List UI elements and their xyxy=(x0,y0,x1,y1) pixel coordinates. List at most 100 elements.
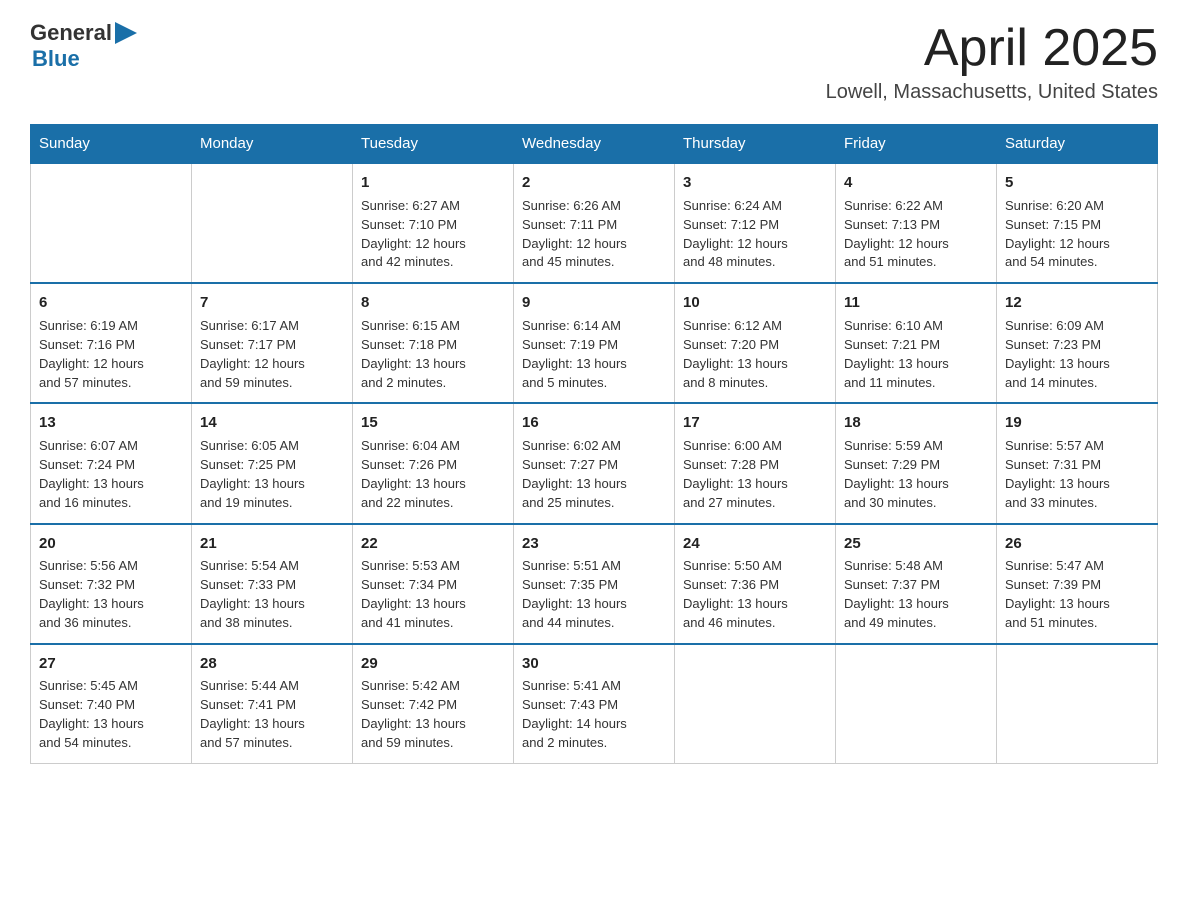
month-title: April 2025 xyxy=(826,20,1158,77)
day-info: Sunrise: 6:15 AM Sunset: 7:18 PM Dayligh… xyxy=(361,317,505,392)
day-info: Sunrise: 6:04 AM Sunset: 7:26 PM Dayligh… xyxy=(361,437,505,512)
calendar-cell: 4 Sunrise: 6:22 AM Sunset: 7:13 PM Daylig… xyxy=(836,163,997,283)
calendar-header-wednesday: Wednesday xyxy=(514,125,675,164)
day-info: Sunrise: 5:45 AM Sunset: 7:40 PM Dayligh… xyxy=(39,677,183,752)
day-number: 9 xyxy=(522,292,666,314)
day-info: Sunrise: 5:57 AM Sunset: 7:31 PM Dayligh… xyxy=(1005,437,1149,512)
day-number: 27 xyxy=(39,653,183,675)
day-number: 26 xyxy=(1005,533,1149,555)
calendar-header-friday: Friday xyxy=(836,125,997,164)
calendar-cell: 11 Sunrise: 6:10 AM Sunset: 7:21 PM Dayli… xyxy=(836,283,997,403)
day-number: 5 xyxy=(1005,172,1149,194)
day-info: Sunrise: 6:09 AM Sunset: 7:23 PM Dayligh… xyxy=(1005,317,1149,392)
calendar-cell: 6Sunrise: 6:19 AM Sunset: 7:16 PM Daylig… xyxy=(31,283,192,403)
calendar-cell: 3 Sunrise: 6:24 AM Sunset: 7:12 PM Daylig… xyxy=(675,163,836,283)
day-number: 4 xyxy=(844,172,988,194)
day-info: Sunrise: 6:10 AM Sunset: 7:21 PM Dayligh… xyxy=(844,317,988,392)
day-info: Sunrise: 6:22 AM Sunset: 7:13 PM Dayligh… xyxy=(844,197,988,272)
day-number: 8 xyxy=(361,292,505,314)
day-info: Sunrise: 5:48 AM Sunset: 7:37 PM Dayligh… xyxy=(844,557,988,632)
calendar-header-tuesday: Tuesday xyxy=(353,125,514,164)
calendar-cell: 20Sunrise: 5:56 AM Sunset: 7:32 PM Dayli… xyxy=(31,524,192,644)
day-info: Sunrise: 6:20 AM Sunset: 7:15 PM Dayligh… xyxy=(1005,197,1149,272)
calendar-cell: 8 Sunrise: 6:15 AM Sunset: 7:18 PM Daylig… xyxy=(353,283,514,403)
day-info: Sunrise: 6:00 AM Sunset: 7:28 PM Dayligh… xyxy=(683,437,827,512)
day-info: Sunrise: 5:50 AM Sunset: 7:36 PM Dayligh… xyxy=(683,557,827,632)
calendar-week-row: 6Sunrise: 6:19 AM Sunset: 7:16 PM Daylig… xyxy=(31,283,1158,403)
calendar-cell xyxy=(31,163,192,283)
day-info: Sunrise: 5:54 AM Sunset: 7:33 PM Dayligh… xyxy=(200,557,344,632)
day-info: Sunrise: 5:44 AM Sunset: 7:41 PM Dayligh… xyxy=(200,677,344,752)
day-info: Sunrise: 6:24 AM Sunset: 7:12 PM Dayligh… xyxy=(683,197,827,272)
day-number: 20 xyxy=(39,533,183,555)
calendar-cell: 19 Sunrise: 5:57 AM Sunset: 7:31 PM Dayli… xyxy=(997,403,1158,523)
day-number: 17 xyxy=(683,412,827,434)
day-number: 30 xyxy=(522,653,666,675)
day-number: 19 xyxy=(1005,412,1149,434)
calendar-table: SundayMondayTuesdayWednesdayThursdayFrid… xyxy=(30,124,1158,764)
calendar-header-monday: Monday xyxy=(192,125,353,164)
calendar-cell: 13 Sunrise: 6:07 AM Sunset: 7:24 PM Dayli… xyxy=(31,403,192,523)
calendar-cell xyxy=(192,163,353,283)
logo-text-general: General xyxy=(30,20,112,46)
day-number: 12 xyxy=(1005,292,1149,314)
calendar-cell: 22Sunrise: 5:53 AM Sunset: 7:34 PM Dayli… xyxy=(353,524,514,644)
day-number: 2 xyxy=(522,172,666,194)
day-info: Sunrise: 5:47 AM Sunset: 7:39 PM Dayligh… xyxy=(1005,557,1149,632)
day-number: 13 xyxy=(39,412,183,434)
calendar-header-row: SundayMondayTuesdayWednesdayThursdayFrid… xyxy=(31,125,1158,164)
calendar-cell: 10Sunrise: 6:12 AM Sunset: 7:20 PM Dayli… xyxy=(675,283,836,403)
day-number: 7 xyxy=(200,292,344,314)
day-info: Sunrise: 6:07 AM Sunset: 7:24 PM Dayligh… xyxy=(39,437,183,512)
logo-text-blue: Blue xyxy=(32,46,80,72)
day-number: 18 xyxy=(844,412,988,434)
day-number: 3 xyxy=(683,172,827,194)
calendar-cell: 27Sunrise: 5:45 AM Sunset: 7:40 PM Dayli… xyxy=(31,644,192,764)
calendar-header-saturday: Saturday xyxy=(997,125,1158,164)
calendar-cell: 24Sunrise: 5:50 AM Sunset: 7:36 PM Dayli… xyxy=(675,524,836,644)
calendar-cell: 28Sunrise: 5:44 AM Sunset: 7:41 PM Dayli… xyxy=(192,644,353,764)
day-info: Sunrise: 6:17 AM Sunset: 7:17 PM Dayligh… xyxy=(200,317,344,392)
day-info: Sunrise: 6:14 AM Sunset: 7:19 PM Dayligh… xyxy=(522,317,666,392)
day-number: 28 xyxy=(200,653,344,675)
calendar-cell xyxy=(997,644,1158,764)
day-number: 24 xyxy=(683,533,827,555)
calendar-cell: 15 Sunrise: 6:04 AM Sunset: 7:26 PM Dayli… xyxy=(353,403,514,523)
day-number: 23 xyxy=(522,533,666,555)
calendar-week-row: 27Sunrise: 5:45 AM Sunset: 7:40 PM Dayli… xyxy=(31,644,1158,764)
day-number: 15 xyxy=(361,412,505,434)
calendar-header-sunday: Sunday xyxy=(31,125,192,164)
logo-arrow-icon xyxy=(115,22,137,44)
page-header: General Blue April 2025 Lowell, Massachu… xyxy=(30,20,1158,104)
calendar-cell: 23Sunrise: 5:51 AM Sunset: 7:35 PM Dayli… xyxy=(514,524,675,644)
calendar-cell: 12 Sunrise: 6:09 AM Sunset: 7:23 PM Dayli… xyxy=(997,283,1158,403)
day-number: 25 xyxy=(844,533,988,555)
title-block: April 2025 Lowell, Massachusetts, United… xyxy=(826,20,1158,104)
day-info: Sunrise: 5:53 AM Sunset: 7:34 PM Dayligh… xyxy=(361,557,505,632)
day-number: 14 xyxy=(200,412,344,434)
calendar-cell: 26Sunrise: 5:47 AM Sunset: 7:39 PM Dayli… xyxy=(997,524,1158,644)
calendar-week-row: 13 Sunrise: 6:07 AM Sunset: 7:24 PM Dayli… xyxy=(31,403,1158,523)
logo: General Blue xyxy=(30,20,137,72)
calendar-cell: 9 Sunrise: 6:14 AM Sunset: 7:19 PM Daylig… xyxy=(514,283,675,403)
calendar-cell: 18Sunrise: 5:59 AM Sunset: 7:29 PM Dayli… xyxy=(836,403,997,523)
calendar-cell xyxy=(675,644,836,764)
calendar-cell: 16Sunrise: 6:02 AM Sunset: 7:27 PM Dayli… xyxy=(514,403,675,523)
calendar-header-thursday: Thursday xyxy=(675,125,836,164)
calendar-cell: 14Sunrise: 6:05 AM Sunset: 7:25 PM Dayli… xyxy=(192,403,353,523)
calendar-cell: 30Sunrise: 5:41 AM Sunset: 7:43 PM Dayli… xyxy=(514,644,675,764)
day-info: Sunrise: 6:12 AM Sunset: 7:20 PM Dayligh… xyxy=(683,317,827,392)
day-number: 11 xyxy=(844,292,988,314)
calendar-cell xyxy=(836,644,997,764)
calendar-cell: 25Sunrise: 5:48 AM Sunset: 7:37 PM Dayli… xyxy=(836,524,997,644)
day-info: Sunrise: 5:42 AM Sunset: 7:42 PM Dayligh… xyxy=(361,677,505,752)
day-info: Sunrise: 6:19 AM Sunset: 7:16 PM Dayligh… xyxy=(39,317,183,392)
day-info: Sunrise: 6:02 AM Sunset: 7:27 PM Dayligh… xyxy=(522,437,666,512)
calendar-cell: 1Sunrise: 6:27 AM Sunset: 7:10 PM Daylig… xyxy=(353,163,514,283)
calendar-cell: 5 Sunrise: 6:20 AM Sunset: 7:15 PM Daylig… xyxy=(997,163,1158,283)
day-info: Sunrise: 5:56 AM Sunset: 7:32 PM Dayligh… xyxy=(39,557,183,632)
day-info: Sunrise: 5:51 AM Sunset: 7:35 PM Dayligh… xyxy=(522,557,666,632)
calendar-cell: 21Sunrise: 5:54 AM Sunset: 7:33 PM Dayli… xyxy=(192,524,353,644)
calendar-cell: 17 Sunrise: 6:00 AM Sunset: 7:28 PM Dayli… xyxy=(675,403,836,523)
calendar-cell: 29Sunrise: 5:42 AM Sunset: 7:42 PM Dayli… xyxy=(353,644,514,764)
